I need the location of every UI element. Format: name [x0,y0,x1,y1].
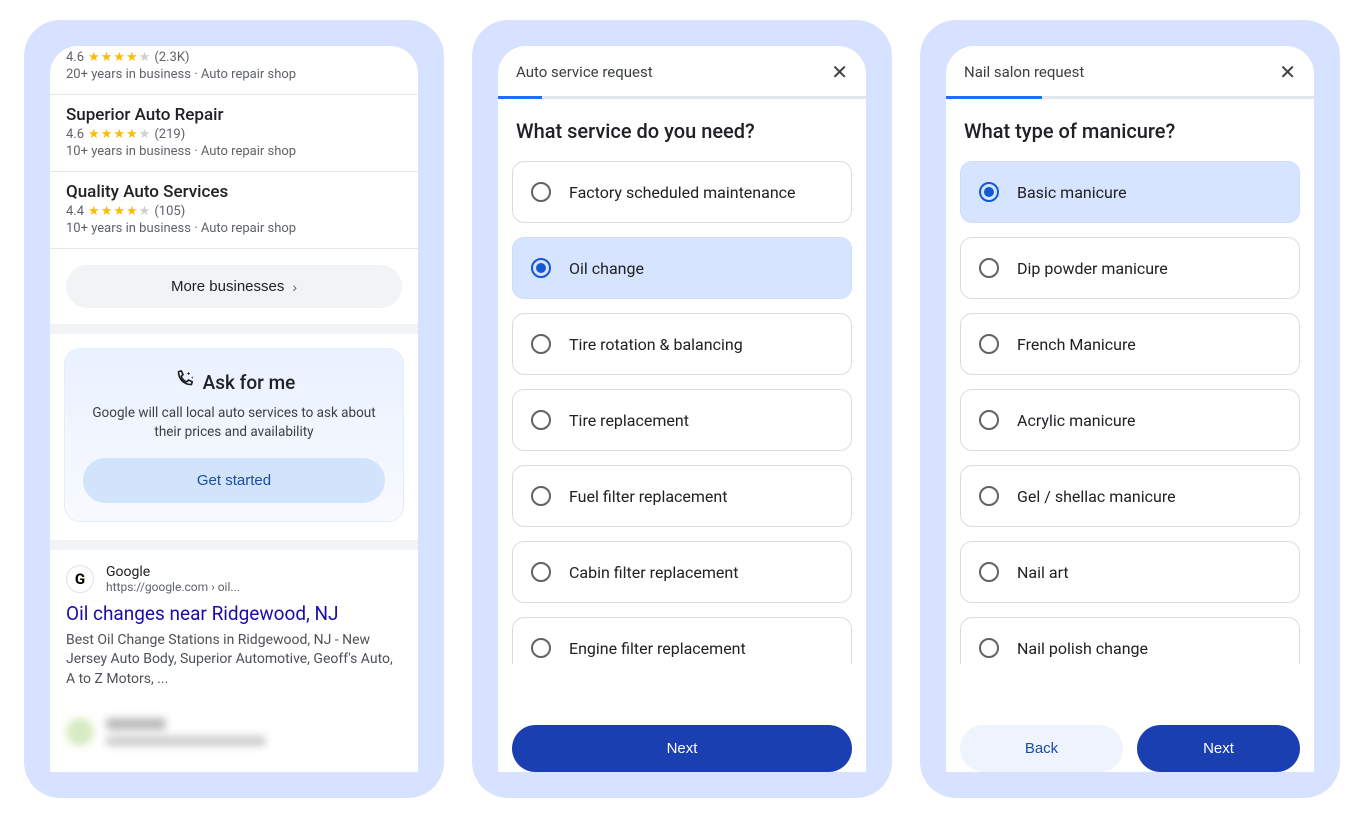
phone-frame-2: Auto service request ✕ What service do y… [472,20,892,798]
result-source-url: https://google.com › oil... [106,580,240,594]
next-button[interactable]: Next [512,725,852,772]
option-label: Dip powder manicure [1017,259,1168,278]
sheet-title: Nail salon request [964,63,1084,81]
business-listing[interactable]: Superior Auto Repair 4.6 ★★★★★ (219) 10+… [50,95,418,172]
review-count: (219) [154,127,185,142]
option-label: Oil change [569,259,644,278]
screen-search-results: 4.6 ★★★★★ (2.3K) 20+ years in business A… [50,46,418,772]
ask-for-me-card: Ask for me Google will call local auto s… [64,348,404,522]
radio-icon [979,258,999,278]
ask-title: Ask for me [203,371,296,394]
radio-icon [531,334,551,354]
rating-stars: ★★★★★ [88,128,150,141]
option-cabin-filter[interactable]: Cabin filter replacement [512,541,852,603]
radio-icon [979,562,999,582]
radio-icon [531,410,551,430]
options-list: Basic manicure Dip powder manicure Frenc… [946,161,1314,711]
option-label: Cabin filter replacement [569,563,738,582]
option-oil-change[interactable]: Oil change [512,237,852,299]
back-button[interactable]: Back [960,725,1123,772]
business-category: Auto repair shop [194,144,296,159]
rating-value: 4.6 [66,50,84,65]
search-result[interactable]: G Google https://google.com › oil... Oil… [50,540,418,694]
option-french-manicure[interactable]: French Manicure [960,313,1300,375]
result-snippet: Best Oil Change Stations in Ridgewood, N… [66,631,402,690]
question-heading: What service do you need? [498,99,866,153]
review-count: (2.3K) [154,50,189,65]
business-category: Auto repair shop [194,67,296,82]
section-divider [50,324,418,334]
radio-icon [531,258,551,278]
more-businesses-button[interactable]: More businesses › [66,265,402,308]
option-label: Nail polish change [1017,639,1148,658]
option-label: Fuel filter replacement [569,487,727,506]
option-label: Gel / shellac manicure [1017,487,1176,506]
option-label: Basic manicure [1017,183,1127,202]
phone-frame-1: 4.6 ★★★★★ (2.3K) 20+ years in business A… [24,20,444,798]
option-label: Factory scheduled maintenance [569,183,796,202]
rating-stars: ★★★★★ [88,205,150,218]
rating-value: 4.6 [66,127,84,142]
phone-sparkle-icon [173,369,195,396]
business-name: Quality Auto Services [66,182,402,202]
result-title[interactable]: Oil changes near Ridgewood, NJ [66,602,402,625]
option-gel-shellac[interactable]: Gel / shellac manicure [960,465,1300,527]
screen-auto-service-request: Auto service request ✕ What service do y… [498,46,866,772]
radio-icon [531,562,551,582]
option-label: Acrylic manicure [1017,411,1135,430]
chevron-right-icon: › [292,279,297,295]
radio-icon [531,638,551,658]
radio-icon [531,182,551,202]
option-nail-polish-change[interactable]: Nail polish change [960,617,1300,664]
radio-icon [979,486,999,506]
business-listing[interactable]: 4.6 ★★★★★ (2.3K) 20+ years in business A… [50,46,418,95]
option-engine-filter[interactable]: Engine filter replacement [512,617,852,664]
review-count: (105) [154,204,185,219]
result-source-name: Google [106,564,240,580]
business-listing[interactable]: Quality Auto Services 4.4 ★★★★★ (105) 10… [50,172,418,249]
more-businesses-label: More businesses [171,278,284,295]
option-label: Nail art [1017,563,1069,582]
screen-nail-salon-request: Nail salon request ✕ What type of manicu… [946,46,1314,772]
close-icon[interactable]: ✕ [831,60,848,84]
blurred-result [50,708,418,756]
years-in-business: 10+ years in business [66,144,191,159]
option-basic-manicure[interactable]: Basic manicure [960,161,1300,223]
options-list: Factory scheduled maintenance Oil change… [498,161,866,711]
option-factory-maintenance[interactable]: Factory scheduled maintenance [512,161,852,223]
radio-icon [979,334,999,354]
option-nail-art[interactable]: Nail art [960,541,1300,603]
option-dip-powder[interactable]: Dip powder manicure [960,237,1300,299]
years-in-business: 10+ years in business [66,221,191,236]
question-heading: What type of manicure? [946,99,1314,153]
close-icon[interactable]: ✕ [1279,60,1296,84]
ask-description: Google will call local auto services to … [83,404,385,442]
option-label: Tire rotation & balancing [569,335,743,354]
option-fuel-filter[interactable]: Fuel filter replacement [512,465,852,527]
business-category: Auto repair shop [194,221,296,236]
rating-value: 4.4 [66,204,84,219]
rating-stars: ★★★★★ [88,51,150,64]
radio-icon [979,638,999,658]
option-label: Tire replacement [569,411,689,430]
phone-frame-3: Nail salon request ✕ What type of manicu… [920,20,1340,798]
radio-icon [531,486,551,506]
sheet-title: Auto service request [516,63,653,81]
get-started-button[interactable]: Get started [83,458,385,503]
option-acrylic-manicure[interactable]: Acrylic manicure [960,389,1300,451]
years-in-business: 20+ years in business [66,67,191,82]
radio-icon [979,410,999,430]
next-button[interactable]: Next [1137,725,1300,772]
option-tire-rotation[interactable]: Tire rotation & balancing [512,313,852,375]
option-label: French Manicure [1017,335,1136,354]
google-logo-icon: G [66,565,94,593]
business-name: Superior Auto Repair [66,105,402,125]
option-label: Engine filter replacement [569,639,746,658]
option-tire-replacement[interactable]: Tire replacement [512,389,852,451]
radio-icon [979,182,999,202]
